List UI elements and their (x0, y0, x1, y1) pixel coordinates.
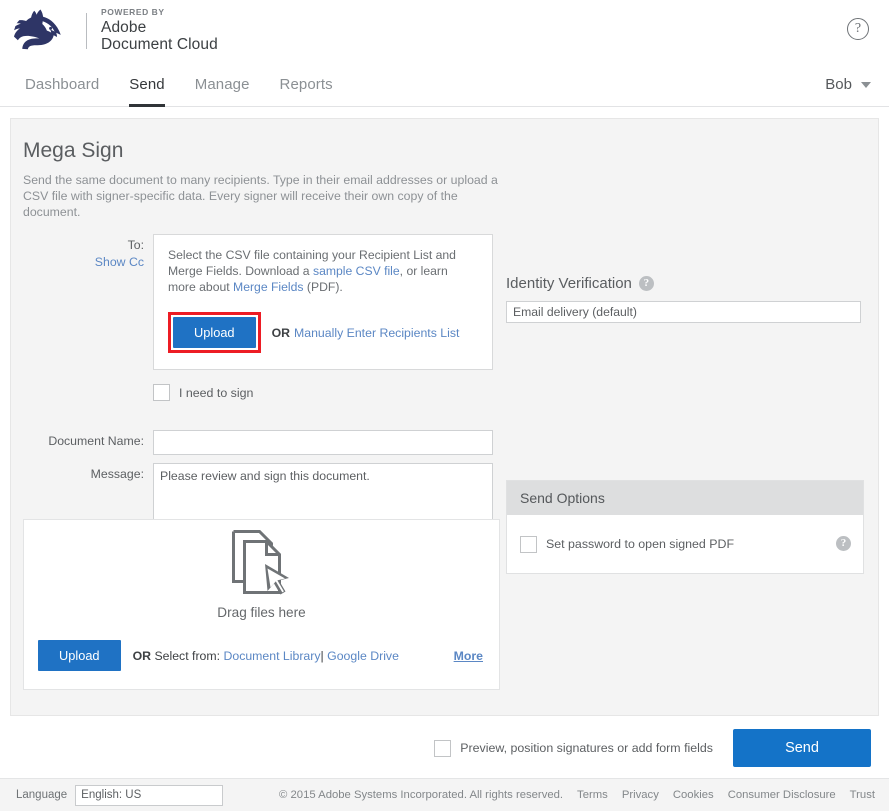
page-description: Send the same document to many recipient… (23, 173, 498, 219)
preview-checkbox[interactable] (434, 739, 452, 757)
footer-language-value: English: US (81, 789, 142, 801)
preview-label: Preview, position signatures or add form… (460, 741, 713, 755)
footer-link-terms[interactable]: Terms (577, 789, 608, 801)
footer-right: © 2015 Adobe Systems Incorporated. All r… (279, 789, 875, 801)
csv-upload-box: Select the CSV file containing your Reci… (153, 234, 493, 370)
identity-help-icon[interactable]: ? (638, 276, 654, 291)
nav-item-reports[interactable]: Reports (265, 62, 348, 106)
user-name-label: Bob (825, 76, 852, 93)
dropzone-actions: Upload OR Select from: Document Library|… (24, 640, 499, 671)
help-icon[interactable]: ? (847, 18, 869, 40)
set-password-checkbox[interactable] (520, 535, 537, 553)
send-button[interactable]: Send (733, 729, 871, 767)
dropzone-separator: | (320, 648, 324, 663)
dropzone-caption: Drag files here (217, 605, 306, 620)
identity-verification-select[interactable]: Email delivery (default) (506, 301, 861, 323)
identity-verification-title: Identity Verification (506, 275, 632, 292)
dropzone-or-label: OR (132, 648, 152, 663)
identity-verification-title-row: Identity Verification ? (506, 275, 876, 292)
page-title: Mega Sign (23, 139, 124, 162)
husky-logo-icon (8, 5, 72, 57)
spacer-label (11, 384, 153, 388)
manual-recipients-link[interactable]: Manually Enter Recipients List (294, 326, 459, 340)
dropzone-or-text: OR Select from: Document Library| Google… (133, 649, 399, 663)
set-password-control[interactable]: Set password to open signed PDF (520, 535, 735, 553)
preview-control[interactable]: Preview, position signatures or add form… (434, 739, 713, 757)
app-root: POWERED BY Adobe Document Cloud ? Dashbo… (0, 0, 889, 811)
send-options-panel: Send Options Set password to open signed… (506, 480, 864, 574)
csv-text-part3: (PDF). (303, 280, 343, 294)
dropzone-select-from-label: Select from: (154, 648, 221, 663)
powered-by-label: POWERED BY (101, 7, 165, 18)
send-options-body: Set password to open signed PDF ? (507, 515, 863, 573)
footer-link-privacy[interactable]: Privacy (622, 789, 659, 801)
csv-instructions: Select the CSV file containing your Reci… (168, 247, 478, 295)
action-bar: Preview, position signatures or add form… (0, 716, 889, 778)
footer-link-consumer-disclosure[interactable]: Consumer Disclosure (728, 789, 836, 801)
footer-link-cookies[interactable]: Cookies (673, 789, 714, 801)
send-options-help-icon[interactable]: ? (836, 536, 851, 551)
brand-name-line2: Document Cloud (101, 36, 218, 54)
upload-highlight-box: Upload (168, 312, 261, 353)
app-header: POWERED BY Adobe Document Cloud ? (0, 0, 889, 62)
document-name-input[interactable] (153, 430, 493, 455)
to-label-block: To: Show Cc (11, 234, 153, 269)
message-label: Message: (90, 467, 144, 481)
csv-upload-button[interactable]: Upload (173, 317, 256, 348)
right-column: Identity Verification ? Email delivery (… (506, 275, 876, 574)
documents-drag-icon (231, 530, 289, 595)
action-bar-inner: Preview, position signatures or add form… (434, 717, 871, 779)
csv-or-label: OR (271, 325, 291, 340)
to-label: To: (127, 238, 144, 252)
i-need-to-sign-checkbox[interactable] (153, 384, 170, 401)
i-need-to-sign-label: I need to sign (179, 385, 254, 400)
set-password-label: Set password to open signed PDF (546, 537, 735, 551)
sample-csv-link[interactable]: sample CSV file (313, 264, 400, 278)
footer-language-label: Language (16, 789, 68, 801)
footer-link-trust[interactable]: Trust (850, 789, 875, 801)
csv-actions: Upload OR Manually Enter Recipients List (168, 312, 478, 353)
dropzone-more-link[interactable]: More (454, 649, 483, 663)
recipients-row: To: Show Cc Select the CSV file containi… (11, 234, 511, 370)
dropzone-upload-button[interactable]: Upload (38, 640, 121, 671)
brand-text: POWERED BY Adobe Document Cloud (101, 8, 218, 53)
document-name-row: Document Name: (11, 430, 511, 455)
nav-item-manage[interactable]: Manage (180, 62, 265, 106)
identity-verification-value: Email delivery (default) (513, 305, 637, 319)
copyright-text: © 2015 Adobe Systems Incorporated. All r… (279, 789, 564, 801)
merge-fields-link[interactable]: Merge Fields (233, 280, 303, 294)
i-need-to-sign-control[interactable]: I need to sign (153, 384, 253, 401)
dropzone-icon-wrap: Drag files here (24, 520, 499, 628)
brand-name-line1: Adobe (101, 18, 147, 36)
show-cc-link[interactable]: Show Cc (95, 255, 144, 269)
i-need-to-sign-row: I need to sign (11, 384, 511, 401)
footer-language-select[interactable]: English: US (75, 784, 224, 806)
caret-down-icon (861, 81, 871, 88)
main-nav: Dashboard Send Manage Reports Bob (0, 62, 889, 107)
document-library-link[interactable]: Document Library (223, 649, 320, 663)
google-drive-link[interactable]: Google Drive (327, 649, 399, 663)
document-name-label: Document Name: (48, 434, 144, 448)
send-options-title: Send Options (507, 481, 863, 515)
nav-item-dashboard[interactable]: Dashboard (10, 62, 114, 106)
user-menu[interactable]: Bob (825, 62, 871, 107)
brand-divider (86, 13, 87, 49)
nav-item-send[interactable]: Send (114, 62, 179, 107)
page-footer: Language English: US © 2015 Adobe System… (0, 778, 889, 811)
content-panel: Mega Sign Send the same document to many… (10, 118, 879, 716)
file-dropzone[interactable]: Drag files here Upload OR Select from: D… (23, 519, 500, 690)
